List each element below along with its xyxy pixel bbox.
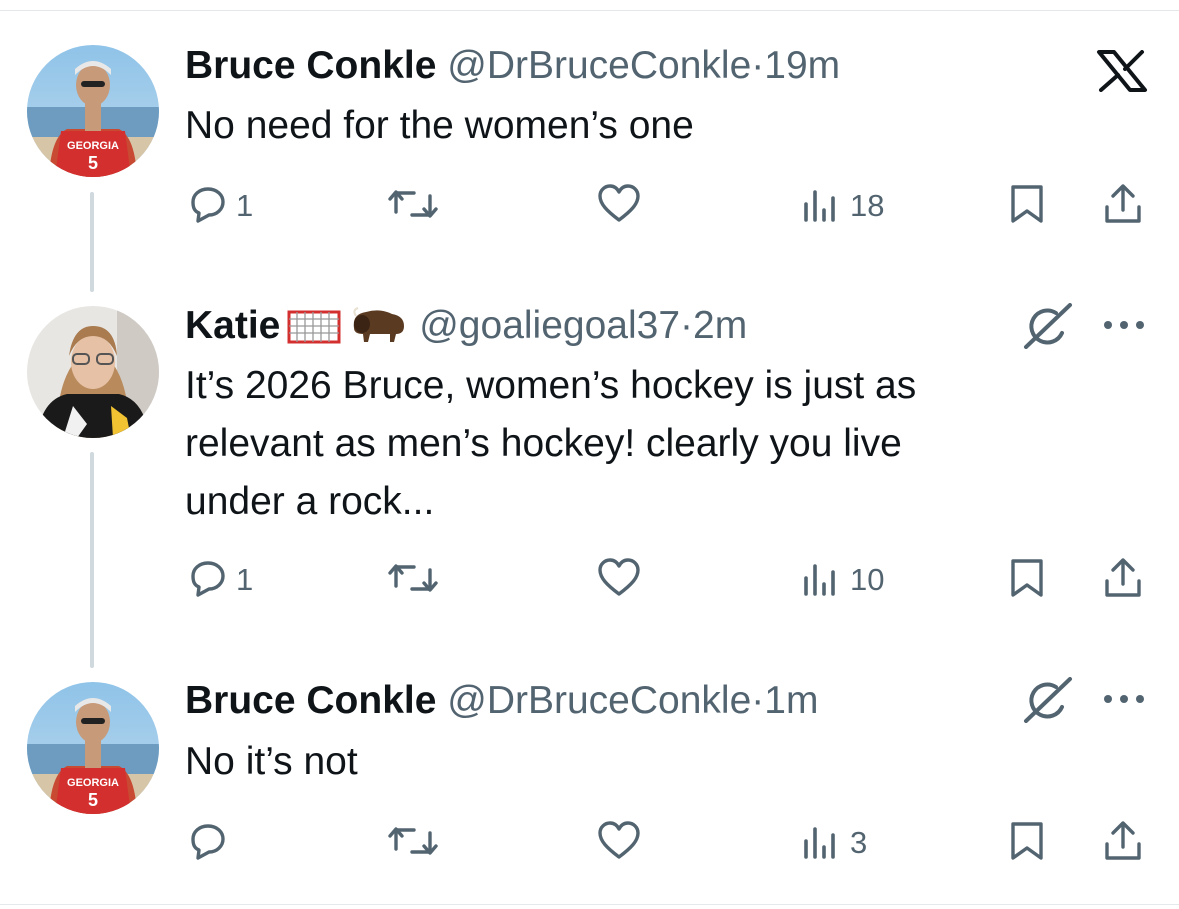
bar-chart-icon: [802, 558, 842, 603]
timestamp[interactable]: 19m: [764, 44, 840, 87]
x-logo-icon[interactable]: [1096, 50, 1148, 97]
grok-icon[interactable]: [1022, 677, 1074, 728]
action-bar: 3: [0, 813, 1179, 873]
tweet-header: Bruce Conkle @DrBruceConkle·19m: [185, 42, 840, 90]
timestamp[interactable]: 1m: [764, 679, 818, 722]
bookmark-icon: [1008, 558, 1046, 603]
display-name[interactable]: Bruce Conkle: [185, 44, 436, 87]
retweet-button[interactable]: [388, 813, 438, 873]
user-handle[interactable]: @DrBruceConkle: [447, 679, 751, 722]
jersey-number: 5: [88, 153, 98, 173]
share-button[interactable]: [1102, 813, 1144, 873]
timestamp[interactable]: 2m: [693, 304, 747, 347]
bar-chart-icon: [802, 821, 842, 866]
reply-count: 1: [236, 562, 254, 597]
tweet-text-line: It’s 2026 Bruce, women’s hockey is just …: [185, 364, 917, 407]
reply-button[interactable]: [188, 813, 236, 873]
heart-icon: [597, 183, 641, 229]
tweet-text-line: relevant as men’s hockey! clearly you li…: [185, 422, 902, 465]
display-name[interactable]: Bruce Conkle: [185, 679, 436, 722]
views-count: 3: [850, 825, 868, 860]
views-button[interactable]: 18: [802, 176, 884, 236]
share-button[interactable]: [1102, 550, 1144, 610]
bar-chart-icon: [802, 184, 842, 229]
reply-button[interactable]: 1: [188, 176, 253, 236]
tweet-text: No it’s not: [185, 740, 358, 783]
tweet-text: No need for the women’s one: [185, 104, 694, 147]
tweet-text-line: under a rock...: [185, 480, 435, 523]
share-icon: [1102, 820, 1144, 867]
retweet-icon: [388, 184, 438, 229]
heart-icon: [597, 820, 641, 866]
views-count: 10: [850, 562, 885, 597]
share-button[interactable]: [1102, 176, 1144, 236]
bison-emoji: [348, 304, 408, 356]
more-dots-icon[interactable]: [1102, 318, 1146, 337]
bookmark-icon: [1008, 184, 1046, 229]
action-bar: 1 10: [0, 550, 1179, 610]
jersey-text: GEORGIA: [67, 140, 119, 152]
views-button[interactable]: 10: [802, 550, 884, 610]
retweet-icon: [388, 821, 438, 866]
views-count: 18: [850, 188, 885, 223]
heart-icon: [597, 557, 641, 603]
user-handle[interactable]: @goaliegoal37: [419, 304, 680, 347]
share-icon: [1102, 183, 1144, 230]
tweet-header: Bruce Conkle @DrBruceConkle·1m: [185, 677, 818, 725]
like-button[interactable]: [597, 813, 641, 873]
bookmark-button[interactable]: [1008, 813, 1046, 873]
avatar[interactable]: GEORGIA 5: [27, 682, 159, 814]
speech-bubble-icon: [188, 184, 228, 229]
retweet-icon: [388, 558, 438, 603]
reply-count: 1: [236, 188, 254, 223]
avatar[interactable]: [27, 306, 159, 438]
bookmark-icon: [1008, 821, 1046, 866]
separator-dot: ·: [680, 304, 694, 347]
speech-bubble-icon: [188, 821, 228, 866]
speech-bubble-icon: [188, 558, 228, 603]
jersey-text: GEORGIA: [67, 777, 119, 789]
user-handle[interactable]: @DrBruceConkle: [447, 44, 751, 87]
bookmark-button[interactable]: [1008, 550, 1046, 610]
jersey-number: 5: [88, 790, 98, 810]
retweet-button[interactable]: [388, 176, 438, 236]
reply-button[interactable]: 1: [188, 550, 253, 610]
like-button[interactable]: [597, 176, 641, 236]
bookmark-button[interactable]: [1008, 176, 1046, 236]
top-divider: [0, 10, 1179, 11]
views-button[interactable]: 3: [802, 813, 867, 873]
more-dots-icon[interactable]: [1102, 692, 1146, 711]
share-icon: [1102, 557, 1144, 604]
grok-icon[interactable]: [1022, 303, 1074, 354]
goal-net-emoji: [284, 304, 344, 356]
tweet-text: It’s 2026 Bruce, women’s hockey is just …: [185, 357, 1085, 531]
avatar[interactable]: GEORGIA 5: [27, 45, 159, 177]
action-bar: 1 18: [0, 176, 1179, 236]
display-name[interactable]: Katie: [185, 304, 280, 347]
bottom-divider: [0, 904, 1179, 905]
separator-dot: ·: [751, 679, 765, 722]
like-button[interactable]: [597, 550, 641, 610]
tweet-header: Katie @goaliegoal37·2m: [185, 302, 747, 356]
retweet-button[interactable]: [388, 550, 438, 610]
separator-dot: ·: [751, 44, 765, 87]
